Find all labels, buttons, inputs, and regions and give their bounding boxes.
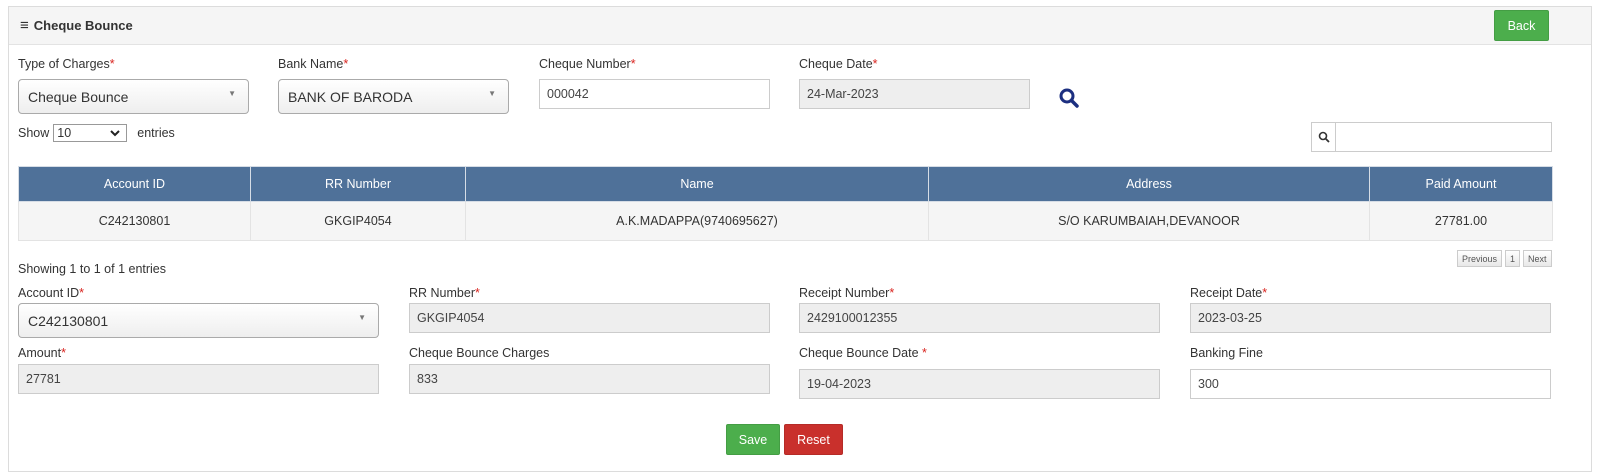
amount-input[interactable]: 27781: [18, 364, 379, 394]
column-header-address[interactable]: Address: [928, 166, 1370, 202]
show-label: Show: [18, 126, 50, 140]
pagination: Previous 1 Next: [1457, 250, 1552, 267]
entries-select[interactable]: 10: [53, 124, 128, 142]
search-icon: [1318, 131, 1330, 143]
table-header-row: Account ID RR Number Name Address Paid A…: [18, 166, 1553, 202]
table-row[interactable]: C242130801 GKGIP4054 A.K.MADAPPA(9740695…: [18, 201, 1553, 241]
chevron-down-icon: [110, 130, 120, 137]
cheque-bounce-charges-input[interactable]: 833: [409, 364, 770, 394]
cheque-bounce-date-label: Cheque Bounce Date *: [799, 346, 927, 360]
pagination-previous[interactable]: Previous: [1457, 250, 1503, 267]
receipt-number-input[interactable]: 2429100012355: [799, 303, 1160, 333]
entries-length-control: Show 10 entries: [18, 124, 175, 142]
banking-fine-label: Banking Fine: [1190, 346, 1263, 360]
pagination-next[interactable]: Next: [1523, 250, 1552, 267]
bank-name-select[interactable]: BANK OF BARODA ▼: [278, 79, 509, 114]
table-search-input[interactable]: [1335, 122, 1552, 152]
account-id-select[interactable]: C242130801 ▼: [18, 303, 379, 338]
banking-fine-input[interactable]: 300: [1190, 369, 1551, 399]
cell-rr-number: GKGIP4054: [250, 201, 466, 241]
cell-account-id: C242130801: [18, 201, 251, 241]
column-header-rr-number[interactable]: RR Number: [250, 166, 466, 202]
bank-name-label: Bank Name*: [278, 57, 349, 71]
account-id-label: Account ID*: [18, 286, 85, 300]
amount-label: Amount*: [18, 346, 66, 360]
column-header-account-id[interactable]: Account ID: [18, 166, 251, 202]
cell-name: A.K.MADAPPA(9740695627): [465, 201, 929, 241]
column-header-paid-amount[interactable]: Paid Amount: [1369, 166, 1553, 202]
type-of-charges-value: Cheque Bounce: [28, 88, 129, 105]
cheque-number-label: Cheque Number*: [539, 57, 636, 71]
receipt-number-label: Receipt Number*: [799, 286, 895, 300]
receipt-date-input[interactable]: 2023-03-25: [1190, 303, 1551, 333]
cell-paid-amount: 27781.00: [1369, 201, 1553, 241]
cell-address: S/O KARUMBAIAH,DEVANOOR: [928, 201, 1370, 241]
account-id-value: C242130801: [28, 312, 109, 329]
cheque-date-input[interactable]: 24-Mar-2023: [799, 79, 1030, 109]
results-table: Account ID RR Number Name Address Paid A…: [18, 166, 1553, 241]
rr-number-input[interactable]: GKGIP4054: [409, 303, 770, 333]
type-of-charges-select[interactable]: Cheque Bounce ▼: [18, 79, 249, 114]
column-header-name[interactable]: Name: [465, 166, 929, 202]
table-info: Showing 1 to 1 of 1 entries: [18, 262, 167, 276]
rr-number-label: RR Number*: [409, 286, 480, 300]
cheque-bounce-date-input[interactable]: 19-04-2023: [799, 369, 1160, 399]
back-button[interactable]: Back: [1494, 10, 1549, 41]
page-title: ≡ Cheque Bounce: [20, 18, 133, 33]
cheque-date-label: Cheque Date*: [799, 57, 878, 71]
search-icon[interactable]: [1058, 87, 1080, 109]
type-of-charges-label: Type of Charges*: [18, 57, 115, 71]
bank-name-value: BANK OF BARODA: [288, 88, 413, 105]
cheque-number-input[interactable]: 000042: [539, 79, 770, 109]
cheque-bounce-charges-label: Cheque Bounce Charges: [409, 346, 550, 360]
caret-down-icon: ▼: [228, 89, 236, 98]
caret-down-icon: ▼: [358, 313, 366, 322]
page-title-text: Cheque Bounce: [33, 18, 133, 33]
reset-button[interactable]: Reset: [784, 424, 843, 455]
receipt-date-label: Receipt Date*: [1190, 286, 1268, 300]
entries-label: entries: [137, 126, 175, 140]
hamburger-icon[interactable]: ≡: [20, 18, 29, 33]
save-button[interactable]: Save: [726, 424, 780, 455]
pagination-page-1[interactable]: 1: [1505, 250, 1521, 267]
entries-value: 10: [57, 126, 72, 140]
panel-header: ≡ Cheque Bounce: [9, 7, 1591, 45]
table-search-addon: [1311, 122, 1336, 152]
caret-down-icon: ▼: [488, 89, 496, 98]
